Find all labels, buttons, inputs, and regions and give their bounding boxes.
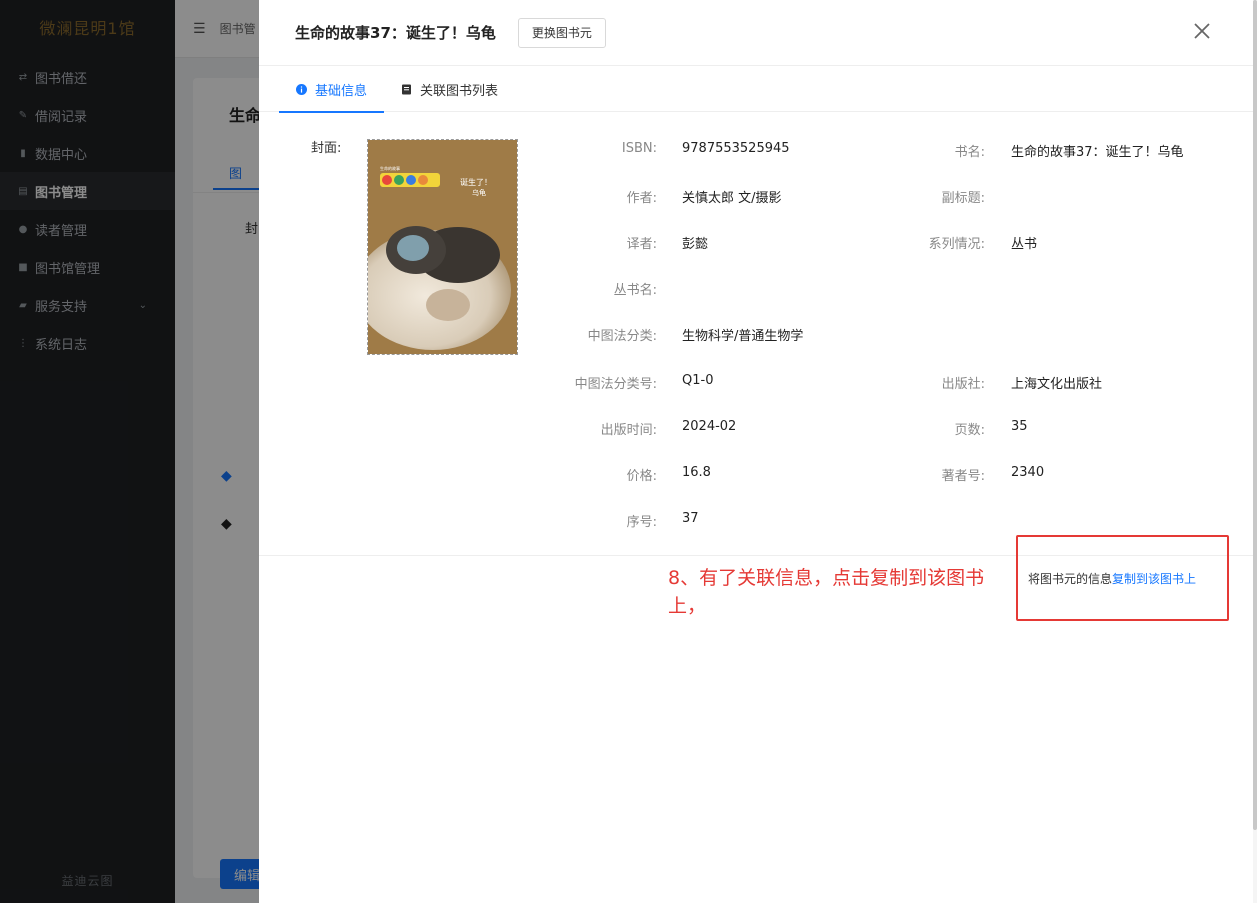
clc-label: 中图法分类: — [587, 329, 657, 344]
change-book-meta-button[interactable]: 更换图书元 — [517, 17, 606, 48]
clc-value: 生物科学/普通生物学 — [682, 329, 804, 344]
copy-prefix-text: 将图书元的信息 — [1028, 572, 1113, 586]
drawer-header: 生命的故事37：诞生了！乌龟 更换图书元 — [259, 0, 1253, 66]
cover-title-text: 诞生了！ — [460, 177, 492, 187]
scrollbar-thumb[interactable] — [1253, 0, 1257, 830]
translator-label: 译者: — [626, 237, 657, 252]
list-icon — [401, 84, 412, 95]
author-number-label: 著者号: — [941, 469, 985, 484]
tab-label: 关联图书列表 — [420, 83, 499, 99]
subtitle-label: 副标题: — [941, 191, 985, 206]
drawer-tabs: 基础信息 关联图书列表 — [259, 66, 1253, 113]
scrollbar[interactable] — [1253, 0, 1257, 903]
clc-number-label: 中图法分类号: — [574, 377, 657, 392]
translator-value: 彭懿 — [682, 237, 709, 252]
series-info-value: 丛书 — [1011, 237, 1038, 252]
close-icon[interactable] — [1191, 20, 1213, 42]
basic-info-panel: 封面: 诞生了！ 乌龟 生命的故事 ISBN: 9787553525945 作者… — [259, 112, 1253, 556]
cover-series-text: 生命的故事 — [380, 165, 400, 171]
sequence-value: 37 — [682, 511, 699, 526]
cover-label: 封面: — [311, 141, 342, 156]
clc-number-value: Q1-0 — [682, 373, 714, 388]
isbn-label: ISBN: — [621, 141, 657, 156]
book-name-label: 书名: — [954, 145, 985, 160]
price-value: 16.8 — [682, 465, 711, 480]
book-detail-drawer: 生命的故事37：诞生了！乌龟 更换图书元 基础信息 关联图书列表 封面: 诞生了… — [259, 0, 1253, 903]
publisher-value: 上海文化出版社 — [1011, 377, 1103, 392]
pub-date-value: 2024-02 — [682, 419, 737, 434]
author-label: 作者: — [626, 191, 657, 206]
tab-basic-info[interactable]: 基础信息 — [279, 66, 385, 113]
copy-info-line: 将图书元的信息复制到该图书上 — [1028, 570, 1196, 587]
book-cover-image: 诞生了！ 乌龟 生命的故事 — [367, 139, 518, 355]
book-name-value: 生命的故事37：诞生了！乌龟 — [1011, 145, 1184, 160]
tab-label: 基础信息 — [315, 83, 368, 99]
author-number-value: 2340 — [1011, 465, 1045, 480]
pages-label: 页数: — [954, 423, 985, 438]
cover-subtitle-text: 乌龟 — [472, 188, 486, 197]
info-icon — [296, 83, 307, 95]
author-value: 关慎太郎 文/摄影 — [682, 191, 782, 206]
publisher-label: 出版社: — [941, 377, 985, 392]
tutorial-annotation: 8、有了关联信息，点击复制到该图书上， — [668, 567, 985, 617]
copy-to-book-link[interactable]: 复制到该图书上 — [1112, 572, 1196, 586]
tab-related-books[interactable]: 关联图书列表 — [384, 66, 515, 112]
series-info-label: 系列情况: — [928, 237, 985, 252]
drawer-title: 生命的故事37：诞生了！乌龟 — [295, 24, 496, 42]
price-label: 价格: — [626, 469, 657, 484]
pub-date-label: 出版时间: — [600, 423, 657, 438]
series-name-label: 丛书名: — [613, 283, 657, 298]
pages-value: 35 — [1011, 419, 1028, 434]
isbn-value: 9787553525945 — [682, 141, 790, 156]
sequence-label: 序号: — [626, 515, 657, 530]
